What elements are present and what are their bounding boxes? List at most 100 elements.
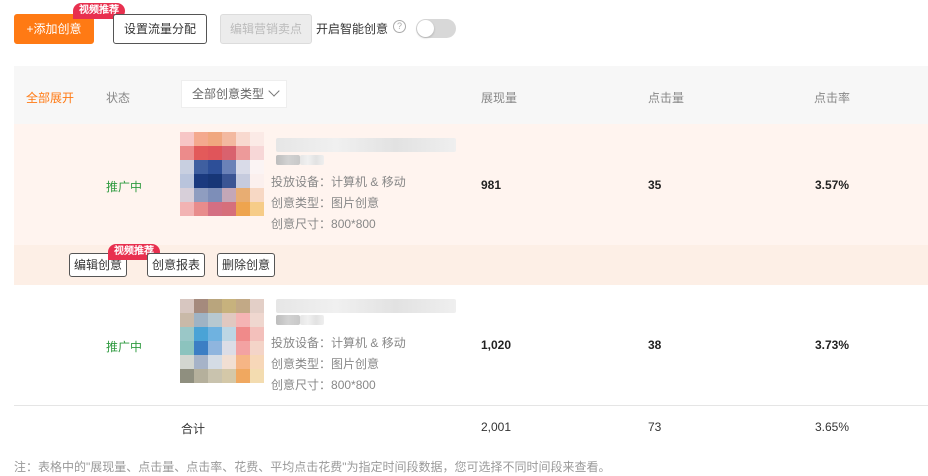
thumbnail-pixel — [250, 174, 264, 188]
creative-thumbnail[interactable] — [180, 299, 264, 383]
thumbnail-pixel — [236, 313, 250, 327]
thumbnail-pixel — [236, 174, 250, 188]
thumbnail-pixel — [250, 188, 264, 202]
thumbnail-pixel — [236, 299, 250, 313]
expand-all-link[interactable]: 全部展开 — [26, 89, 74, 106]
thumbnail-pixel — [180, 355, 194, 369]
row-ctr: 3.73% — [815, 338, 850, 352]
thumbnail-pixel — [180, 146, 194, 160]
thumbnail-pixel — [222, 202, 236, 216]
thumbnail-pixel — [222, 369, 236, 383]
clicks-header: 点击量 — [648, 91, 685, 105]
thumbnail-pixel — [236, 160, 250, 174]
type-line: 创意类型：图片创意 — [271, 196, 380, 210]
thumbnail-pixel — [180, 202, 194, 216]
thumbnail-pixel — [208, 132, 222, 146]
thumbnail-pixel — [208, 355, 222, 369]
creative-thumbnail[interactable] — [180, 132, 264, 216]
thumbnail-pixel — [180, 327, 194, 341]
ctr-header: 点击率 — [814, 91, 851, 105]
status-header: 状态 — [106, 91, 131, 105]
thumbnail-pixel — [208, 174, 222, 188]
creative-subtitle-blurred — [276, 315, 300, 325]
thumbnail-pixel — [222, 313, 236, 327]
smart-creative-label: 开启智能创意 — [316, 22, 389, 36]
footnote: 注：表格中的"展现量、点击量、点击率、花费、平均点击花费"为指定时间段数据，您可… — [14, 460, 611, 474]
totals-label: 合计 — [181, 422, 206, 436]
thumbnail-pixel — [194, 369, 208, 383]
thumbnail-pixel — [208, 188, 222, 202]
help-icon[interactable]: ? — [393, 20, 406, 33]
set-traffic-allocation-button[interactable]: 设置流量分配 — [113, 14, 207, 44]
chevron-down-icon — [268, 85, 280, 97]
thumbnail-pixel — [180, 313, 194, 327]
thumbnail-pixel — [194, 188, 208, 202]
table-row — [14, 124, 928, 245]
thumbnail-pixel — [222, 299, 236, 313]
impressions-header: 展现量 — [481, 91, 518, 105]
totals-impressions: 2,001 — [481, 420, 512, 434]
thumbnail-pixel — [208, 369, 222, 383]
thumbnail-pixel — [194, 299, 208, 313]
creative-subtitle-blurred — [300, 155, 324, 165]
totals-clicks: 73 — [648, 420, 662, 434]
thumbnail-pixel — [180, 174, 194, 188]
edit-selling-points-button[interactable]: 编辑营销卖点 — [220, 14, 312, 44]
row-status: 推广中 — [106, 340, 143, 354]
delete-creative-button[interactable]: 删除创意 — [217, 253, 276, 277]
thumbnail-pixel — [180, 188, 194, 202]
thumbnail-pixel — [208, 146, 222, 160]
thumbnail-pixel — [222, 355, 236, 369]
thumbnail-pixel — [236, 327, 250, 341]
thumbnail-pixel — [180, 341, 194, 355]
thumbnail-pixel — [250, 299, 264, 313]
thumbnail-pixel — [236, 341, 250, 355]
row-status: 推广中 — [106, 180, 143, 194]
row-ctr: 3.57% — [815, 178, 850, 192]
thumbnail-pixel — [194, 160, 208, 174]
row-impressions: 1,020 — [481, 338, 512, 352]
thumbnail-pixel — [194, 146, 208, 160]
thumbnail-pixel — [236, 188, 250, 202]
thumbnail-pixel — [250, 202, 264, 216]
thumbnail-pixel — [208, 313, 222, 327]
thumbnail-pixel — [222, 341, 236, 355]
row-clicks: 35 — [648, 178, 662, 192]
smart-creative-toggle[interactable] — [416, 19, 456, 38]
device-line: 投放设备：计算机 & 移动 — [271, 175, 406, 189]
creative-subtitle-blurred — [300, 315, 324, 325]
thumbnail-pixel — [222, 160, 236, 174]
thumbnail-pixel — [250, 327, 264, 341]
table-row — [14, 285, 928, 405]
thumbnail-pixel — [236, 132, 250, 146]
thumbnail-pixel — [222, 327, 236, 341]
creative-report-button[interactable]: 创意报表 — [147, 253, 206, 277]
creative-type-select[interactable]: 全部创意类型 — [181, 80, 287, 108]
size-line: 创意尺寸：800*800 — [271, 378, 376, 392]
thumbnail-pixel — [236, 146, 250, 160]
totals-ctr: 3.65% — [815, 420, 850, 434]
thumbnail-pixel — [194, 202, 208, 216]
thumbnail-pixel — [250, 355, 264, 369]
thumbnail-pixel — [180, 160, 194, 174]
thumbnail-pixel — [208, 341, 222, 355]
thumbnail-pixel — [208, 160, 222, 174]
thumbnail-pixel — [250, 146, 264, 160]
creative-title-blurred — [276, 138, 456, 152]
thumbnail-pixel — [250, 369, 264, 383]
thumbnail-pixel — [194, 132, 208, 146]
thumbnail-pixel — [222, 132, 236, 146]
creative-type-select-value: 全部创意类型 — [192, 87, 265, 101]
thumbnail-pixel — [208, 202, 222, 216]
thumbnail-pixel — [250, 341, 264, 355]
thumbnail-pixel — [236, 369, 250, 383]
thumbnail-pixel — [222, 188, 236, 202]
thumbnail-pixel — [180, 369, 194, 383]
type-line: 创意类型：图片创意 — [271, 357, 380, 371]
thumbnail-pixel — [236, 355, 250, 369]
creative-meta: 投放设备：计算机 & 移动 创意类型：图片创意 创意尺寸：800*800 — [271, 172, 406, 235]
thumbnail-pixel — [250, 160, 264, 174]
thumbnail-pixel — [250, 313, 264, 327]
thumbnail-pixel — [194, 341, 208, 355]
thumbnail-pixel — [250, 132, 264, 146]
